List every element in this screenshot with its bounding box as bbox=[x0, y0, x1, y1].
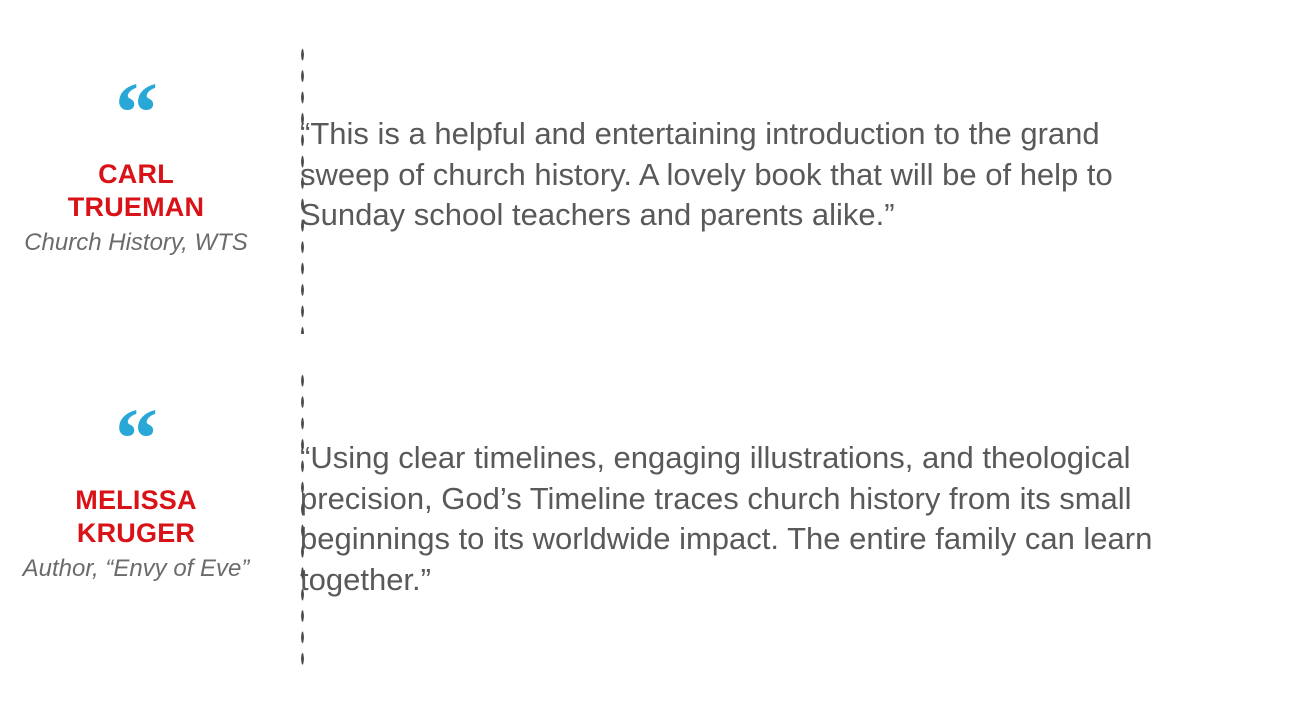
endorser-name-line-2: KRUGER bbox=[76, 517, 196, 548]
endorser-title: Church History, WTS bbox=[24, 228, 248, 256]
endorsements-section: “ CARL TRUEMAN Church History, WTS “This… bbox=[0, 0, 1300, 712]
testimonial-melissa-kruger: “ MELISSA KRUGER Author, “Envy of Eve” “… bbox=[0, 390, 1160, 631]
endorser-title: Author, “Envy of Eve” bbox=[22, 554, 250, 582]
quotation-mark-icon: “ bbox=[115, 390, 158, 486]
endorser-name: CARL TRUEMAN bbox=[0, 158, 272, 224]
dotted-divider bbox=[300, 370, 305, 665]
testimonial-quote-text: “Using clear timelines, engaging illustr… bbox=[300, 440, 1153, 597]
quotation-mark-icon: “ bbox=[115, 64, 158, 160]
endorser-attribution: “ CARL TRUEMAN Church History, WTS bbox=[0, 64, 300, 258]
endorser-attribution: “ MELISSA KRUGER Author, “Envy of Eve” bbox=[0, 390, 300, 584]
testimonial-carl-trueman: “ CARL TRUEMAN Church History, WTS “This… bbox=[0, 64, 1160, 267]
dotted-divider bbox=[300, 44, 305, 334]
endorser-name-line-2: TRUEMAN bbox=[67, 191, 205, 222]
endorser-name: MELISSA KRUGER bbox=[0, 484, 272, 550]
testimonial-quote-text: “This is a helpful and entertaining intr… bbox=[300, 116, 1113, 233]
endorser-name-line-1: MELISSA bbox=[75, 485, 197, 515]
endorser-name-line-1: CARL bbox=[98, 159, 174, 189]
